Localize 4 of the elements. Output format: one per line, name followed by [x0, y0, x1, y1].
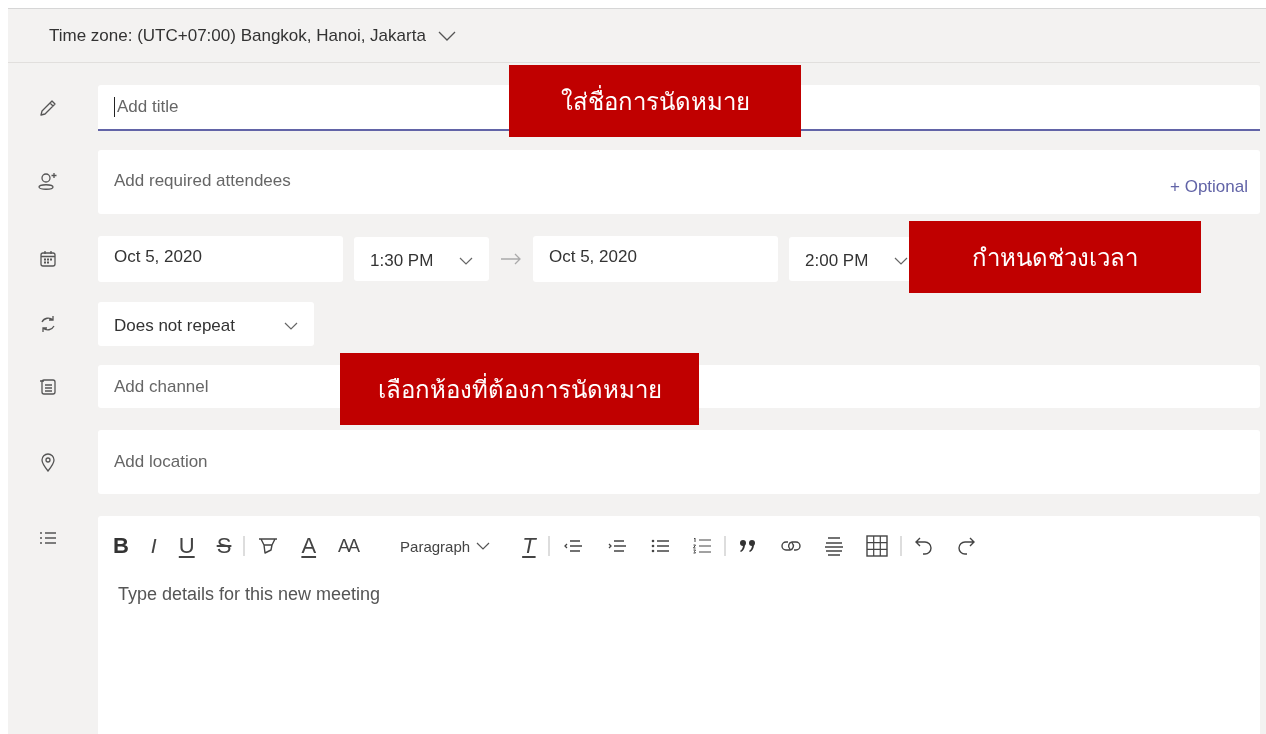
attendees-placeholder: Add required attendees — [114, 171, 291, 191]
annotation-tooltip: ใส่ชื่อการนัดหมาย — [509, 65, 801, 137]
annotation-tooltip: กำหนดช่วงเวลา — [909, 221, 1201, 293]
annotation-tooltip: เลือกห้องที่ต้องการนัดหมาย — [340, 353, 699, 425]
